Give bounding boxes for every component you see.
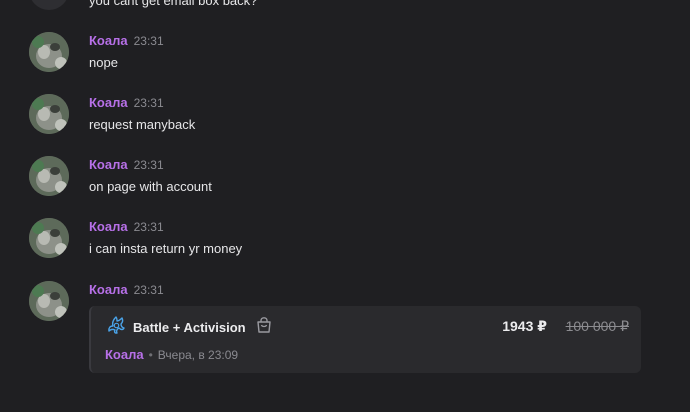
message-author[interactable]: Коала (89, 95, 128, 110)
order-card[interactable]: Battle + Activision 1943 ₽ 100 000 ₽ Коа… (89, 306, 641, 373)
message-time: 23:31 (133, 283, 164, 297)
avatar[interactable] (29, 0, 69, 10)
order-price: 1943 ₽ (502, 318, 547, 334)
avatar[interactable] (29, 218, 69, 258)
message-author[interactable]: Коала (89, 219, 128, 234)
shopping-bag-icon (255, 316, 273, 339)
message-header: Коала 23:31 (89, 282, 164, 298)
separator-dot: • (148, 348, 153, 362)
message-text: on page with account (89, 179, 212, 194)
avatar[interactable] (29, 156, 69, 196)
avatar[interactable] (29, 32, 69, 72)
chat-history: you cant get email box back? Коала 23:31 … (0, 0, 690, 412)
message-header: Коала 23:31 (89, 157, 164, 173)
message-text: request manyback (89, 117, 196, 132)
message-author[interactable]: Коала (89, 282, 128, 297)
order-card-footer: Коала • Вчера, в 23:09 (105, 347, 238, 362)
message-author[interactable]: Коала (89, 157, 128, 172)
message-header: Коала 23:31 (89, 219, 164, 235)
message-author[interactable]: Коала (89, 33, 128, 48)
message-time: 23:31 (133, 220, 164, 234)
message-time: 23:31 (133, 96, 164, 110)
battlenet-logo-icon (107, 315, 125, 339)
message-text: i can insta return yr money (89, 241, 243, 256)
message-header: Коала 23:31 (89, 33, 164, 49)
message-time: 23:31 (133, 158, 164, 172)
message-header: Коала 23:31 (89, 95, 164, 111)
avatar[interactable] (29, 94, 69, 134)
seller-name[interactable]: Коала (105, 347, 144, 362)
message-time: 23:31 (133, 34, 164, 48)
order-date: Вчера, в 23:09 (157, 348, 239, 362)
order-card-header: Battle + Activision (107, 315, 273, 339)
product-title[interactable]: Battle + Activision (133, 320, 246, 335)
avatar[interactable] (29, 281, 69, 321)
order-old-price: 100 000 ₽ (565, 318, 629, 334)
message-text: nope (89, 55, 118, 70)
message-text: you cant get email box back? (89, 0, 258, 8)
